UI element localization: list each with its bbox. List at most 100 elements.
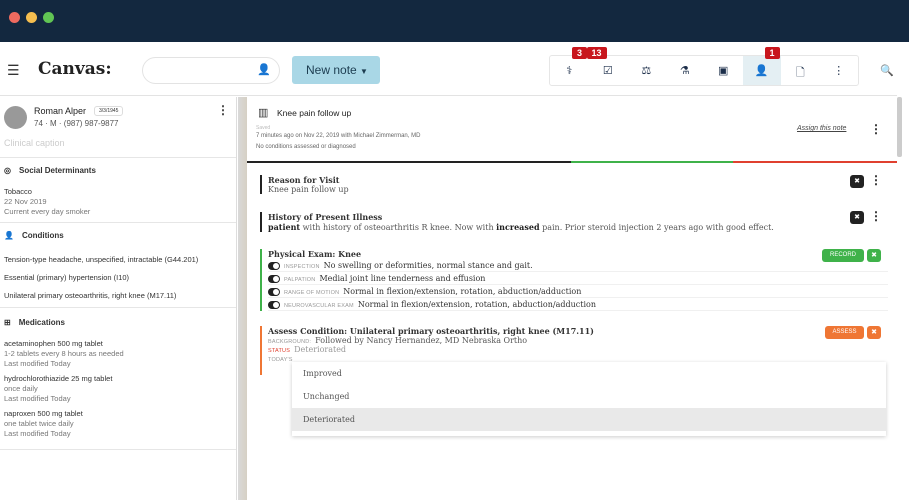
hospital-icon: ▥ [258,107,269,119]
note-meta: 7 minutes ago on Nov 22, 2019 with Micha… [256,133,421,139]
count-badge: 1 [764,47,780,59]
status-select[interactable]: Deteriorated [294,345,346,354]
note-menu-icon[interactable]: ⋮ [870,122,882,136]
record-button[interactable]: RECORD [822,249,864,262]
clinical-caption: Clinical caption [4,138,65,148]
search-icon[interactable]: 🔍 [880,64,894,77]
exam-label: Range of motion [284,290,340,296]
exam-row: Inspection No swelling or deformities, no… [268,259,888,272]
condition-item[interactable]: Essential (primary) hypertension (I10) [4,273,198,283]
medication-item[interactable]: hydrochlorothiazide 25 mg tablet once dai… [4,374,124,404]
assess-button[interactable]: ASSESS [825,326,864,339]
menu-icon[interactable]: ☰ [7,62,20,79]
toggle-switch[interactable] [268,262,280,270]
patient-search-input[interactable]: 👤 [142,57,280,84]
medications-header[interactable]: ⊞ Medications [4,318,65,327]
flask-icon: ⚗ [679,65,690,77]
section-title: Conditions [21,231,64,240]
document-icon: 🗋 [795,67,805,79]
status-option-deteriorated[interactable]: Deteriorated [292,408,886,431]
note-panel: ▥ Knee pain follow up Saved 7 minutes ag… [238,97,897,500]
note-saved-status: Saved [256,125,271,131]
person-icon: 👤 [257,64,271,76]
section-title: Reason for Visit [268,175,340,185]
toggle-switch[interactable] [268,275,280,283]
scales-tab[interactable]: ⚖ [627,56,666,85]
caret-down-icon: ▼ [360,67,368,76]
section-menu-icon[interactable]: ⋮ [870,209,882,223]
reason-for-visit-section[interactable]: Reason for Visit Knee pain follow up [260,175,349,194]
target-icon: ◎ [4,166,11,175]
remove-button[interactable]: ✖ [867,326,881,339]
checkbox-tab[interactable]: ☑ 13 [586,47,628,85]
section-title: History of Present Illness [268,212,383,222]
condition-item[interactable]: Tension-type headache, unspecified, intr… [4,255,198,265]
patient-menu-icon[interactable]: ⋮ [217,103,229,117]
exam-row: Neurovascular exam Normal in flexion/exte… [268,298,888,311]
hpi-section[interactable]: History of Present Illness patient with … [260,212,774,232]
exam-value[interactable]: Normal in flexion/extension, rotation, a… [343,287,581,296]
window-titlebar [0,0,909,42]
background-value[interactable]: Followed by Nancy Hernandez, MD Nebraska… [315,336,527,345]
remove-button[interactable]: ✖ [867,249,881,262]
patient-dob: 3/3/1945 [94,106,124,116]
new-note-button[interactable]: New note ▼ [292,56,380,84]
social-status: Current every day smoker [4,207,91,216]
note-title[interactable]: Knee pain follow up [277,108,351,118]
patient-sidebar: Roman Alper 3/3/1945 74 · M · (987) 987-… [0,97,237,500]
section-body: Knee pain follow up [268,185,349,194]
image-tab[interactable]: ▣ [704,56,743,85]
exam-label: Inspection [284,264,320,270]
exam-row: Palpation Medial joint line tenderness an… [268,272,888,285]
person-icon: 👤 [4,231,14,240]
minimize-window-button[interactable] [26,12,37,23]
medication-item[interactable]: naproxen 500 mg tablet one tablet twice d… [4,409,124,439]
social-determinants-header[interactable]: ◎ Social Determinants [4,166,96,175]
exam-row: Range of motion Normal in flexion/extensi… [268,285,888,298]
scrollbar[interactable] [897,97,902,157]
close-window-button[interactable] [9,12,20,23]
exam-label: Neurovascular exam [284,303,354,309]
section-menu-icon[interactable]: ⋮ [870,173,882,187]
remove-button[interactable]: ✖ [850,175,864,188]
note-conditions: No conditions assessed or diagnosed [256,144,356,150]
social-date: 22 Nov 2019 [4,197,47,206]
maximize-window-button[interactable] [43,12,54,23]
medication-item[interactable]: acetaminophen 500 mg tablet 1-2 tablets e… [4,339,124,369]
condition-item[interactable]: Unilateral primary osteoarthritis, right… [4,291,198,301]
toggle-switch[interactable] [268,288,280,296]
status-option-unchanged[interactable]: Unchanged [292,385,886,408]
new-note-label: New note [306,63,357,77]
exam-value[interactable]: No swelling or deformities, normal stanc… [324,261,533,270]
caduceus-icon: ⚕ [566,65,573,77]
count-badge: 3 [572,47,588,59]
doctor-icon: 👤 [754,65,769,77]
section-title: Medications [18,318,65,327]
exam-value[interactable]: Medial joint line tenderness and effusio… [319,274,485,283]
physical-exam-section: Physical Exam: Knee Inspection No swellin… [260,249,888,311]
exam-value[interactable]: Normal in flexion/extension, rotation, a… [358,300,596,309]
flask-tab[interactable]: ⚗ [666,56,705,85]
more-tab[interactable]: ⋮ [820,56,859,85]
remove-button[interactable]: ✖ [850,211,864,224]
count-badge: 13 [586,47,607,59]
checkbox-icon: ☑ [602,65,613,77]
conditions-header[interactable]: 👤 Conditions [4,231,64,240]
toggle-switch[interactable] [268,301,280,309]
more-icon: ⋮ [833,65,845,77]
section-title: Physical Exam: Knee [268,249,362,259]
social-item: Tobacco [4,187,32,196]
document-tab[interactable]: 🗋 [781,56,820,85]
patient-info: 74 · M · (987) 987-9877 [34,119,119,128]
doctor-tab[interactable]: 👤 1 [742,47,781,85]
section-title: Social Determinants [18,166,96,175]
patient-name: Roman Alper [34,106,87,116]
status-dropdown: Improved Unchanged Deteriorated [292,362,886,436]
image-icon: ▣ [718,65,729,77]
status-option-improved[interactable]: Improved [292,362,886,385]
exam-label: Palpation [284,277,316,283]
assign-note-link[interactable]: Assign this note [797,125,846,132]
toolbar-icons: ⚕ 3 ☑ 13 ⚖ ⚗ ▣ 👤 1 🗋 ⋮ [549,47,859,86]
avatar [4,106,27,129]
caduceus-tab[interactable]: ⚕ 3 [550,47,589,85]
